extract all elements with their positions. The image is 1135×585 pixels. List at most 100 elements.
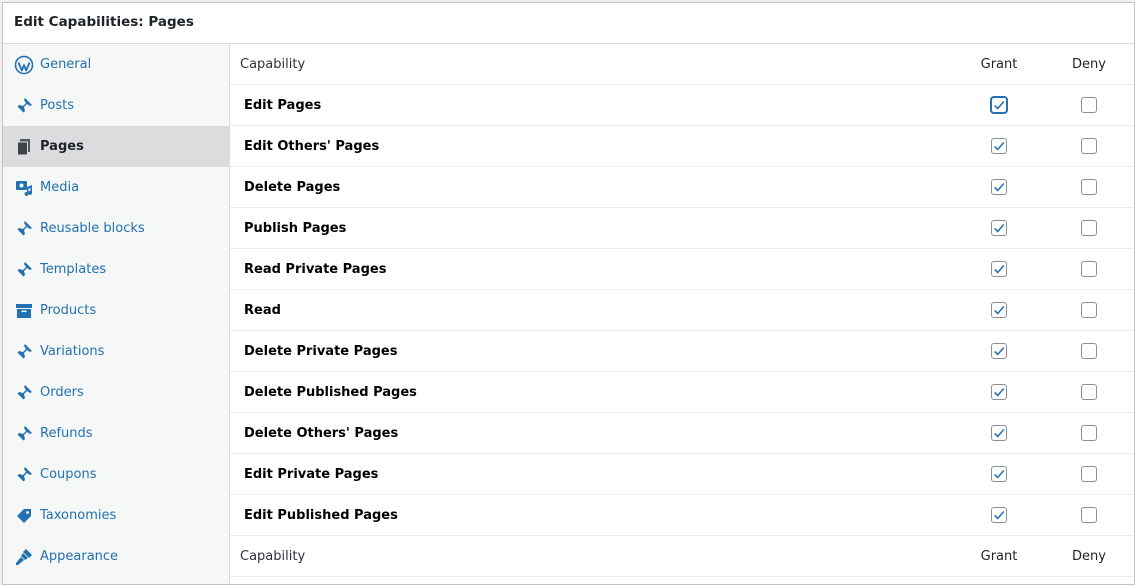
capabilities-panel: Edit Capabilities: Pages General Posts Pag… [2, 2, 1135, 585]
wordpress-icon [14, 55, 34, 75]
sidebar-item-label: Pages [40, 139, 84, 154]
sidebar-item-label: Media [40, 180, 80, 195]
table-row: Delete Others' Pages [230, 413, 1134, 454]
grant-checkbox[interactable] [991, 179, 1007, 195]
deny-column-footer: Deny [1072, 548, 1106, 564]
sidebar-item-variations[interactable]: Variations [3, 331, 229, 372]
capability-name: Edit Published Pages [244, 507, 398, 523]
deny-checkbox[interactable] [1081, 466, 1097, 482]
grant-cell [954, 425, 1044, 441]
grant-column-header: Grant [980, 56, 1018, 72]
grant-column-footer: Grant [980, 548, 1018, 564]
grant-checkbox[interactable] [991, 343, 1007, 359]
table-row: Read Private Pages [230, 249, 1134, 290]
table-row: Read [230, 290, 1134, 331]
deny-cell [1044, 261, 1134, 277]
sidebar-item-label: Templates [40, 262, 107, 277]
grant-cell [954, 97, 1044, 113]
deny-checkbox[interactable] [1081, 425, 1097, 441]
deny-checkbox[interactable] [1081, 220, 1097, 236]
capability-name: Read [244, 302, 281, 318]
deny-checkbox[interactable] [1081, 343, 1097, 359]
deny-checkbox[interactable] [1081, 179, 1097, 195]
capability-name: Edit Others' Pages [244, 138, 380, 154]
sidebar-item-label: Appearance [40, 549, 119, 564]
pin-icon [14, 465, 34, 485]
sidebar: General Posts Pages Media Reusable blocks Tem… [3, 44, 230, 584]
capability-name: Publish Pages [244, 220, 347, 236]
deny-checkbox[interactable] [1081, 384, 1097, 400]
grant-checkbox[interactable] [991, 507, 1007, 523]
sidebar-item-media[interactable]: Media [3, 167, 229, 208]
grant-checkbox[interactable] [991, 384, 1007, 400]
table-row: Edit Others' Pages [230, 126, 1134, 167]
sidebar-item-taxonomies[interactable]: Taxonomies [3, 495, 229, 536]
deny-cell [1044, 425, 1134, 441]
capability-table: Capability Grant Deny Edit Pages Edit Oth… [230, 44, 1134, 584]
sidebar-item-refunds[interactable]: Refunds [3, 413, 229, 454]
table-row: Publish Pages [230, 208, 1134, 249]
sidebar-item-posts[interactable]: Posts [3, 85, 229, 126]
grant-checkbox[interactable] [991, 97, 1007, 113]
grant-checkbox[interactable] [991, 261, 1007, 277]
sidebar-item-label: Posts [40, 98, 74, 113]
sidebar-item-label: General [40, 57, 92, 72]
deny-cell [1044, 138, 1134, 154]
deny-checkbox[interactable] [1081, 138, 1097, 154]
pin-icon [14, 260, 34, 280]
capability-name: Read Private Pages [244, 261, 387, 277]
sidebar-item-orders[interactable]: Orders [3, 372, 229, 413]
sidebar-item-label: Coupons [40, 467, 97, 482]
table-footer-row: Capability Grant Deny [230, 536, 1134, 577]
sidebar-item-products[interactable]: Products [3, 290, 229, 331]
pin-icon [14, 219, 34, 239]
sidebar-item-coupons[interactable]: Coupons [3, 454, 229, 495]
table-row: Delete Private Pages [230, 331, 1134, 372]
deny-checkbox[interactable] [1081, 261, 1097, 277]
deny-cell [1044, 384, 1134, 400]
grant-checkbox[interactable] [991, 138, 1007, 154]
grant-checkbox[interactable] [991, 220, 1007, 236]
pin-icon [14, 342, 34, 362]
sidebar-item-appearance[interactable]: Appearance [3, 536, 229, 577]
table-row: Edit Published Pages [230, 495, 1134, 536]
panel-title: Edit Capabilities: Pages [3, 3, 1134, 44]
deny-cell [1044, 507, 1134, 523]
capability-name: Edit Private Pages [244, 466, 379, 482]
sidebar-item-general[interactable]: General [3, 44, 229, 85]
capability-name: Delete Published Pages [244, 384, 417, 400]
table-row: Delete Published Pages [230, 372, 1134, 413]
capability-column-footer: Capability [240, 548, 306, 564]
sidebar-item-label: Products [40, 303, 97, 318]
deny-cell [1044, 466, 1134, 482]
pin-icon [14, 96, 34, 116]
grant-checkbox[interactable] [991, 466, 1007, 482]
grant-checkbox[interactable] [991, 302, 1007, 318]
capability-column-header: Capability [240, 56, 306, 72]
deny-cell [1044, 97, 1134, 113]
pin-icon [14, 383, 34, 403]
sidebar-item-label: Taxonomies [40, 508, 117, 523]
deny-checkbox[interactable] [1081, 97, 1097, 113]
sidebar-item-templates[interactable]: Templates [3, 249, 229, 290]
media-icon [14, 178, 34, 198]
grant-cell [954, 138, 1044, 154]
capability-name: Delete Pages [244, 179, 341, 195]
sidebar-item-label: Refunds [40, 426, 93, 441]
grant-cell [954, 220, 1044, 236]
grant-cell [954, 466, 1044, 482]
grant-cell [954, 302, 1044, 318]
deny-checkbox[interactable] [1081, 302, 1097, 318]
archive-icon [14, 301, 34, 321]
table-row: Edit Pages [230, 85, 1134, 126]
pages-icon [14, 137, 34, 157]
sidebar-item-label: Reusable blocks [40, 221, 145, 236]
grant-checkbox[interactable] [991, 425, 1007, 441]
sidebar-item-label: Orders [40, 385, 84, 400]
sidebar-item-label: Variations [40, 344, 105, 359]
grant-cell [954, 179, 1044, 195]
deny-cell [1044, 343, 1134, 359]
sidebar-item-pages[interactable]: Pages [3, 126, 229, 167]
deny-checkbox[interactable] [1081, 507, 1097, 523]
sidebar-item-reusable-blocks[interactable]: Reusable blocks [3, 208, 229, 249]
